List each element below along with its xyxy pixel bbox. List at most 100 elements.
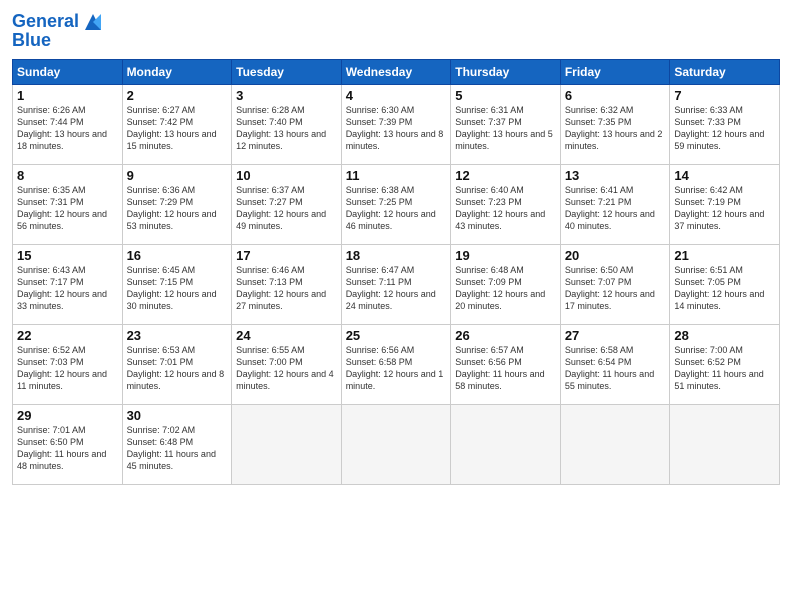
- calendar-week-row: 29 Sunrise: 7:01 AMSunset: 6:50 PMDaylig…: [13, 405, 780, 485]
- calendar-day-cell: 15 Sunrise: 6:43 AMSunset: 7:17 PMDaylig…: [13, 245, 123, 325]
- day-number: 11: [346, 168, 447, 183]
- day-number: 29: [17, 408, 118, 423]
- day-info: Sunrise: 6:27 AMSunset: 7:42 PMDaylight:…: [127, 104, 228, 153]
- calendar-day-cell: 1 Sunrise: 6:26 AMSunset: 7:44 PMDayligh…: [13, 85, 123, 165]
- day-info: Sunrise: 6:38 AMSunset: 7:25 PMDaylight:…: [346, 184, 447, 233]
- day-info: Sunrise: 6:40 AMSunset: 7:23 PMDaylight:…: [455, 184, 556, 233]
- header: General Blue: [12, 10, 780, 51]
- day-info: Sunrise: 6:58 AMSunset: 6:54 PMDaylight:…: [565, 344, 666, 393]
- day-of-week-header: Friday: [560, 60, 670, 85]
- day-number: 28: [674, 328, 775, 343]
- calendar-day-cell: 19 Sunrise: 6:48 AMSunset: 7:09 PMDaylig…: [451, 245, 561, 325]
- day-number: 14: [674, 168, 775, 183]
- day-info: Sunrise: 7:00 AMSunset: 6:52 PMDaylight:…: [674, 344, 775, 393]
- calendar-day-cell: 9 Sunrise: 6:36 AMSunset: 7:29 PMDayligh…: [122, 165, 232, 245]
- day-number: 5: [455, 88, 556, 103]
- calendar-day-cell: 16 Sunrise: 6:45 AMSunset: 7:15 PMDaylig…: [122, 245, 232, 325]
- calendar-day-cell: 2 Sunrise: 6:27 AMSunset: 7:42 PMDayligh…: [122, 85, 232, 165]
- day-number: 17: [236, 248, 337, 263]
- day-number: 2: [127, 88, 228, 103]
- day-info: Sunrise: 6:31 AMSunset: 7:37 PMDaylight:…: [455, 104, 556, 153]
- logo-icon: [81, 10, 105, 34]
- day-number: 9: [127, 168, 228, 183]
- calendar-day-cell: [560, 405, 670, 485]
- day-number: 4: [346, 88, 447, 103]
- day-info: Sunrise: 6:55 AMSunset: 7:00 PMDaylight:…: [236, 344, 337, 393]
- day-number: 8: [17, 168, 118, 183]
- day-info: Sunrise: 6:41 AMSunset: 7:21 PMDaylight:…: [565, 184, 666, 233]
- calendar-day-cell: 10 Sunrise: 6:37 AMSunset: 7:27 PMDaylig…: [232, 165, 342, 245]
- calendar-week-row: 1 Sunrise: 6:26 AMSunset: 7:44 PMDayligh…: [13, 85, 780, 165]
- calendar-day-cell: 29 Sunrise: 7:01 AMSunset: 6:50 PMDaylig…: [13, 405, 123, 485]
- calendar-body: 1 Sunrise: 6:26 AMSunset: 7:44 PMDayligh…: [13, 85, 780, 485]
- calendar-day-cell: 24 Sunrise: 6:55 AMSunset: 7:00 PMDaylig…: [232, 325, 342, 405]
- day-number: 24: [236, 328, 337, 343]
- calendar-day-cell: 8 Sunrise: 6:35 AMSunset: 7:31 PMDayligh…: [13, 165, 123, 245]
- calendar-day-cell: 6 Sunrise: 6:32 AMSunset: 7:35 PMDayligh…: [560, 85, 670, 165]
- logo-text: General: [12, 12, 79, 32]
- calendar-day-cell: 7 Sunrise: 6:33 AMSunset: 7:33 PMDayligh…: [670, 85, 780, 165]
- day-info: Sunrise: 6:45 AMSunset: 7:15 PMDaylight:…: [127, 264, 228, 313]
- calendar-day-cell: 11 Sunrise: 6:38 AMSunset: 7:25 PMDaylig…: [341, 165, 451, 245]
- calendar-day-cell: 23 Sunrise: 6:53 AMSunset: 7:01 PMDaylig…: [122, 325, 232, 405]
- calendar-day-cell: 4 Sunrise: 6:30 AMSunset: 7:39 PMDayligh…: [341, 85, 451, 165]
- day-number: 1: [17, 88, 118, 103]
- day-number: 20: [565, 248, 666, 263]
- calendar-day-cell: 30 Sunrise: 7:02 AMSunset: 6:48 PMDaylig…: [122, 405, 232, 485]
- day-number: 18: [346, 248, 447, 263]
- day-number: 23: [127, 328, 228, 343]
- calendar-week-row: 8 Sunrise: 6:35 AMSunset: 7:31 PMDayligh…: [13, 165, 780, 245]
- calendar-day-cell: 5 Sunrise: 6:31 AMSunset: 7:37 PMDayligh…: [451, 85, 561, 165]
- calendar-day-cell: [232, 405, 342, 485]
- day-info: Sunrise: 6:46 AMSunset: 7:13 PMDaylight:…: [236, 264, 337, 313]
- calendar-day-cell: 25 Sunrise: 6:56 AMSunset: 6:58 PMDaylig…: [341, 325, 451, 405]
- day-info: Sunrise: 6:50 AMSunset: 7:07 PMDaylight:…: [565, 264, 666, 313]
- day-number: 15: [17, 248, 118, 263]
- day-number: 7: [674, 88, 775, 103]
- day-of-week-header: Thursday: [451, 60, 561, 85]
- calendar-week-row: 15 Sunrise: 6:43 AMSunset: 7:17 PMDaylig…: [13, 245, 780, 325]
- day-of-week-header: Monday: [122, 60, 232, 85]
- day-info: Sunrise: 7:02 AMSunset: 6:48 PMDaylight:…: [127, 424, 228, 473]
- day-of-week-header: Wednesday: [341, 60, 451, 85]
- calendar-table: SundayMondayTuesdayWednesdayThursdayFrid…: [12, 59, 780, 485]
- day-number: 6: [565, 88, 666, 103]
- calendar-day-cell: 22 Sunrise: 6:52 AMSunset: 7:03 PMDaylig…: [13, 325, 123, 405]
- calendar-day-cell: 27 Sunrise: 6:58 AMSunset: 6:54 PMDaylig…: [560, 325, 670, 405]
- calendar-day-cell: [670, 405, 780, 485]
- calendar-day-cell: 12 Sunrise: 6:40 AMSunset: 7:23 PMDaylig…: [451, 165, 561, 245]
- day-info: Sunrise: 6:35 AMSunset: 7:31 PMDaylight:…: [17, 184, 118, 233]
- day-info: Sunrise: 6:37 AMSunset: 7:27 PMDaylight:…: [236, 184, 337, 233]
- day-info: Sunrise: 6:52 AMSunset: 7:03 PMDaylight:…: [17, 344, 118, 393]
- calendar-day-cell: 13 Sunrise: 6:41 AMSunset: 7:21 PMDaylig…: [560, 165, 670, 245]
- day-number: 10: [236, 168, 337, 183]
- calendar-day-cell: 20 Sunrise: 6:50 AMSunset: 7:07 PMDaylig…: [560, 245, 670, 325]
- day-of-week-header: Sunday: [13, 60, 123, 85]
- calendar-day-cell: 21 Sunrise: 6:51 AMSunset: 7:05 PMDaylig…: [670, 245, 780, 325]
- day-number: 22: [17, 328, 118, 343]
- day-number: 26: [455, 328, 556, 343]
- day-info: Sunrise: 6:53 AMSunset: 7:01 PMDaylight:…: [127, 344, 228, 393]
- calendar-week-row: 22 Sunrise: 6:52 AMSunset: 7:03 PMDaylig…: [13, 325, 780, 405]
- calendar-day-cell: 14 Sunrise: 6:42 AMSunset: 7:19 PMDaylig…: [670, 165, 780, 245]
- day-info: Sunrise: 6:57 AMSunset: 6:56 PMDaylight:…: [455, 344, 556, 393]
- day-number: 3: [236, 88, 337, 103]
- calendar-day-cell: 3 Sunrise: 6:28 AMSunset: 7:40 PMDayligh…: [232, 85, 342, 165]
- day-info: Sunrise: 6:47 AMSunset: 7:11 PMDaylight:…: [346, 264, 447, 313]
- calendar-day-cell: [451, 405, 561, 485]
- day-info: Sunrise: 7:01 AMSunset: 6:50 PMDaylight:…: [17, 424, 118, 473]
- day-number: 25: [346, 328, 447, 343]
- calendar-day-cell: 26 Sunrise: 6:57 AMSunset: 6:56 PMDaylig…: [451, 325, 561, 405]
- day-info: Sunrise: 6:32 AMSunset: 7:35 PMDaylight:…: [565, 104, 666, 153]
- day-number: 12: [455, 168, 556, 183]
- day-info: Sunrise: 6:56 AMSunset: 6:58 PMDaylight:…: [346, 344, 447, 393]
- day-info: Sunrise: 6:36 AMSunset: 7:29 PMDaylight:…: [127, 184, 228, 233]
- calendar-day-cell: 18 Sunrise: 6:47 AMSunset: 7:11 PMDaylig…: [341, 245, 451, 325]
- calendar-day-cell: 17 Sunrise: 6:46 AMSunset: 7:13 PMDaylig…: [232, 245, 342, 325]
- day-number: 21: [674, 248, 775, 263]
- page-container: General Blue SundayMondayTuesdayWednesda…: [0, 0, 792, 495]
- day-of-week-header: Saturday: [670, 60, 780, 85]
- day-info: Sunrise: 6:48 AMSunset: 7:09 PMDaylight:…: [455, 264, 556, 313]
- day-info: Sunrise: 6:43 AMSunset: 7:17 PMDaylight:…: [17, 264, 118, 313]
- logo: General Blue: [12, 10, 105, 51]
